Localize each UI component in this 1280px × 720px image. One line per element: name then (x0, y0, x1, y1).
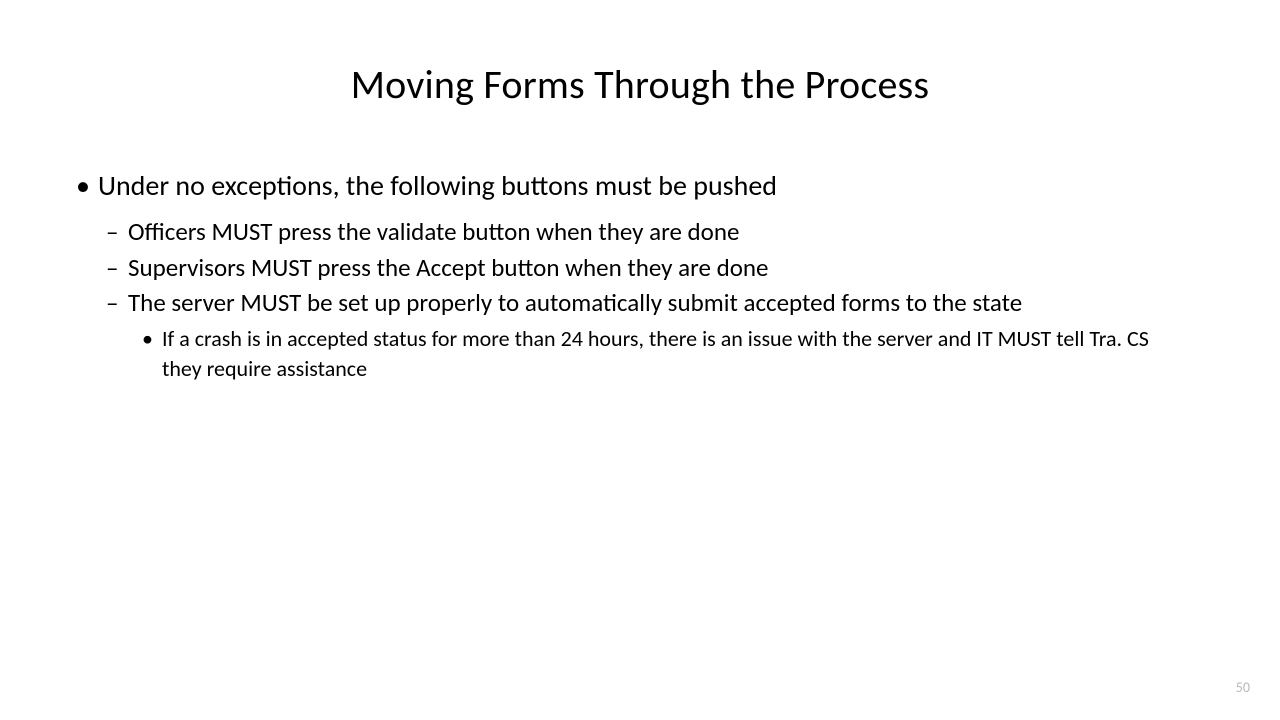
bullet-l3a-text: If a crash is in accepted status for mor… (162, 325, 1149, 382)
bullet-l2-item: Supervisors MUST press the Accept button… (128, 251, 1210, 285)
bullet-l2-item: Officers MUST press the validate button … (128, 215, 1210, 249)
bullet-list-level3: If a crash is in accepted status for mor… (128, 324, 1210, 383)
slide-container: Moving Forms Through the Process Under n… (0, 0, 1280, 720)
bullet-list-level2: Officers MUST press the validate button … (98, 215, 1210, 384)
bullet-l1-item: Under no exceptions, the following butto… (98, 167, 1210, 383)
slide-title: Moving Forms Through the Process (70, 60, 1210, 109)
bullet-l2c-text: The server MUST be set up properly to au… (128, 287, 1022, 318)
bullet-l3-item: If a crash is in accepted status for mor… (162, 324, 1210, 383)
bullet-list-level1: Under no exceptions, the following butto… (70, 167, 1210, 383)
bullet-l2b-text: Supervisors MUST press the Accept button… (128, 252, 768, 283)
bullet-l2-item: The server MUST be set up properly to au… (128, 286, 1210, 383)
bullet-l1-text: Under no exceptions, the following butto… (98, 168, 777, 203)
bullet-l2a-text: Officers MUST press the validate button … (128, 216, 739, 247)
page-number: 50 (1236, 679, 1250, 696)
